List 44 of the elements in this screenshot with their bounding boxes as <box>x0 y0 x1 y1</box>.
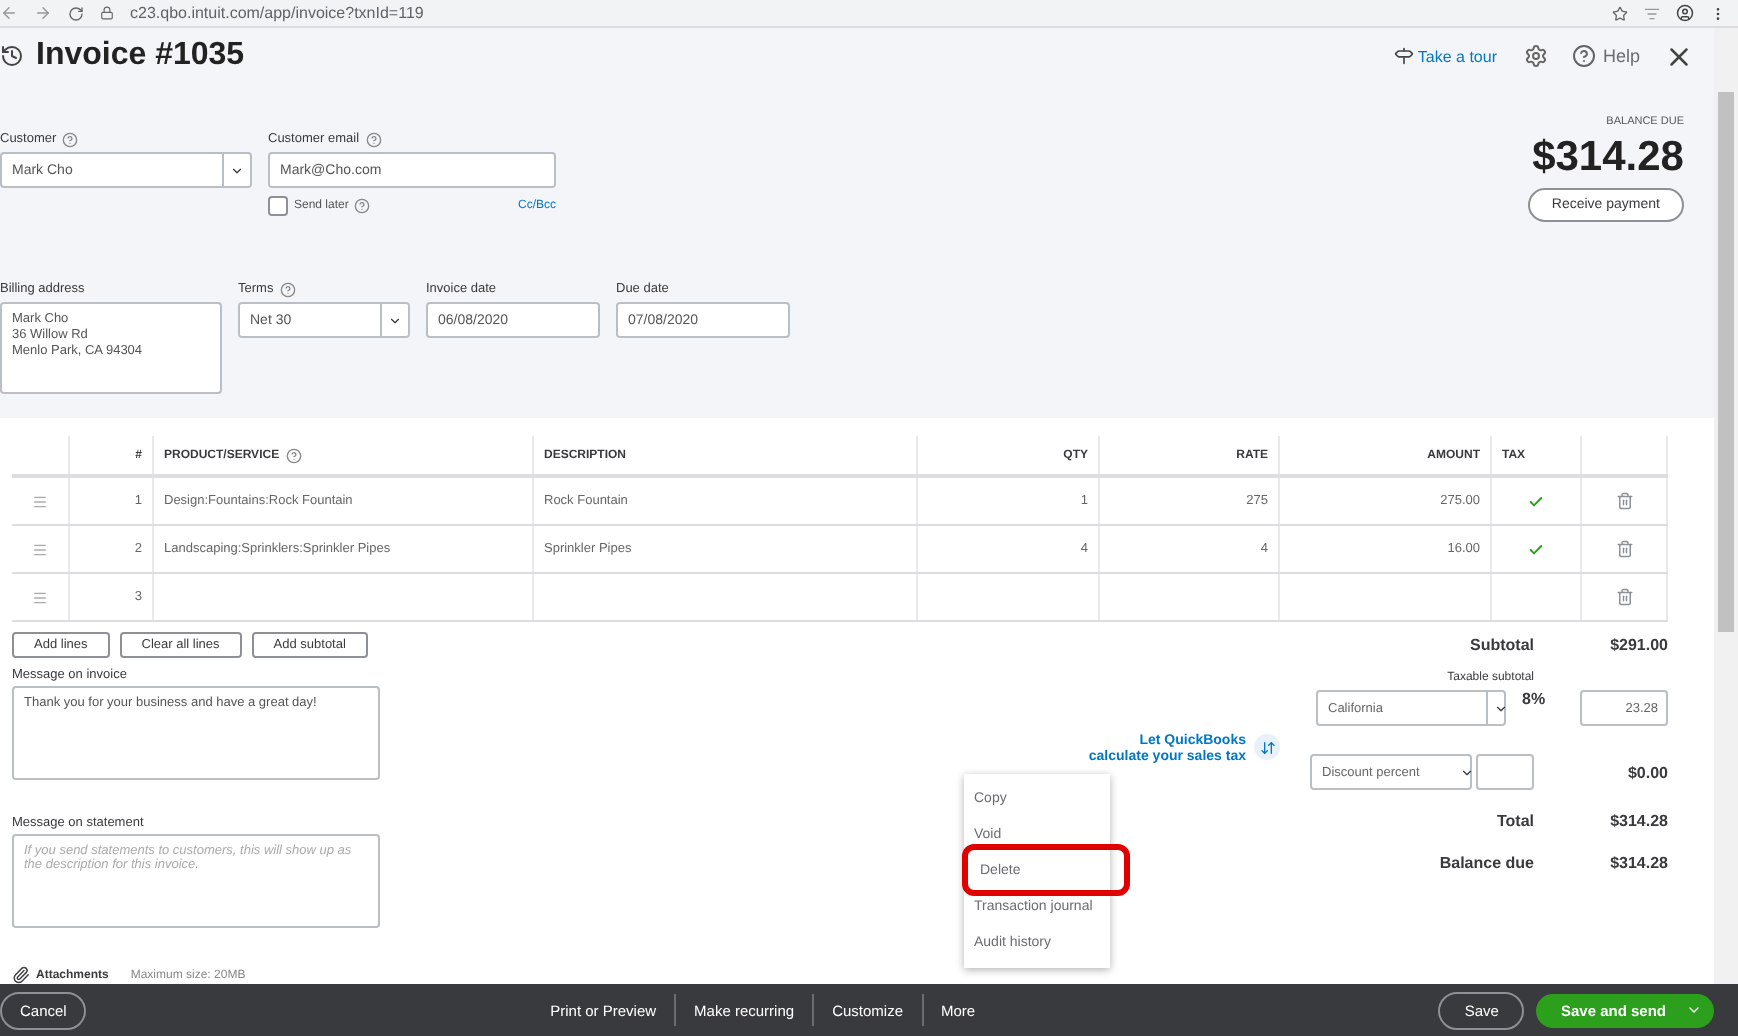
caret-icon <box>1459 765 1473 779</box>
signpost-icon <box>1393 46 1414 66</box>
check-icon <box>1528 541 1544 557</box>
drag-handle-icon[interactable] <box>32 493 48 509</box>
list-icon[interactable] <box>1644 5 1660 21</box>
caret-icon <box>1686 1002 1702 1018</box>
history-icon[interactable] <box>0 44 24 68</box>
balance-due-value: $314.28 <box>1608 853 1668 871</box>
drag-handle-icon[interactable] <box>32 589 48 605</box>
help-icon[interactable] <box>279 281 296 297</box>
help-link[interactable]: Help <box>1572 44 1640 68</box>
trash-icon[interactable] <box>1615 588 1633 606</box>
star-icon[interactable] <box>1612 5 1628 21</box>
caret-icon <box>388 313 402 327</box>
help-icon[interactable] <box>62 131 79 147</box>
help-icon[interactable] <box>354 198 371 214</box>
caret-icon <box>230 163 244 177</box>
trash-icon[interactable] <box>1615 492 1633 510</box>
total-value: $314.28 <box>1608 811 1668 829</box>
scrollbar[interactable] <box>1714 28 1738 984</box>
balance-due-label: Balance due <box>1437 853 1534 871</box>
invoice-title: Invoice #1035 <box>36 38 247 74</box>
balance-due-amount: $314.28 <box>1532 134 1684 182</box>
discount-field[interactable] <box>1476 754 1534 790</box>
reload-icon[interactable] <box>68 5 84 21</box>
total-label: Total <box>1494 811 1534 829</box>
back-icon[interactable] <box>0 4 18 22</box>
drag-handle-icon[interactable] <box>32 541 48 557</box>
help-icon[interactable] <box>365 131 382 147</box>
forward-icon[interactable] <box>34 4 52 22</box>
discount-value: $0.00 <box>1625 763 1668 781</box>
caret-icon <box>1494 701 1508 715</box>
tax-rate: 8% <box>1520 690 1548 708</box>
check-icon <box>1528 493 1544 509</box>
trash-icon[interactable] <box>1615 540 1633 558</box>
subtotal-value: $291.00 <box>1608 636 1668 654</box>
take-a-tour-link[interactable]: Take a tour <box>1393 46 1497 66</box>
sort-icon[interactable] <box>1254 734 1280 760</box>
lock-icon <box>100 6 114 20</box>
profile-icon[interactable] <box>1676 4 1694 22</box>
help-icon <box>1572 44 1597 68</box>
help-icon[interactable] <box>285 447 302 463</box>
settings-icon[interactable] <box>1524 44 1549 68</box>
subtotal-label: Subtotal <box>1468 636 1534 654</box>
